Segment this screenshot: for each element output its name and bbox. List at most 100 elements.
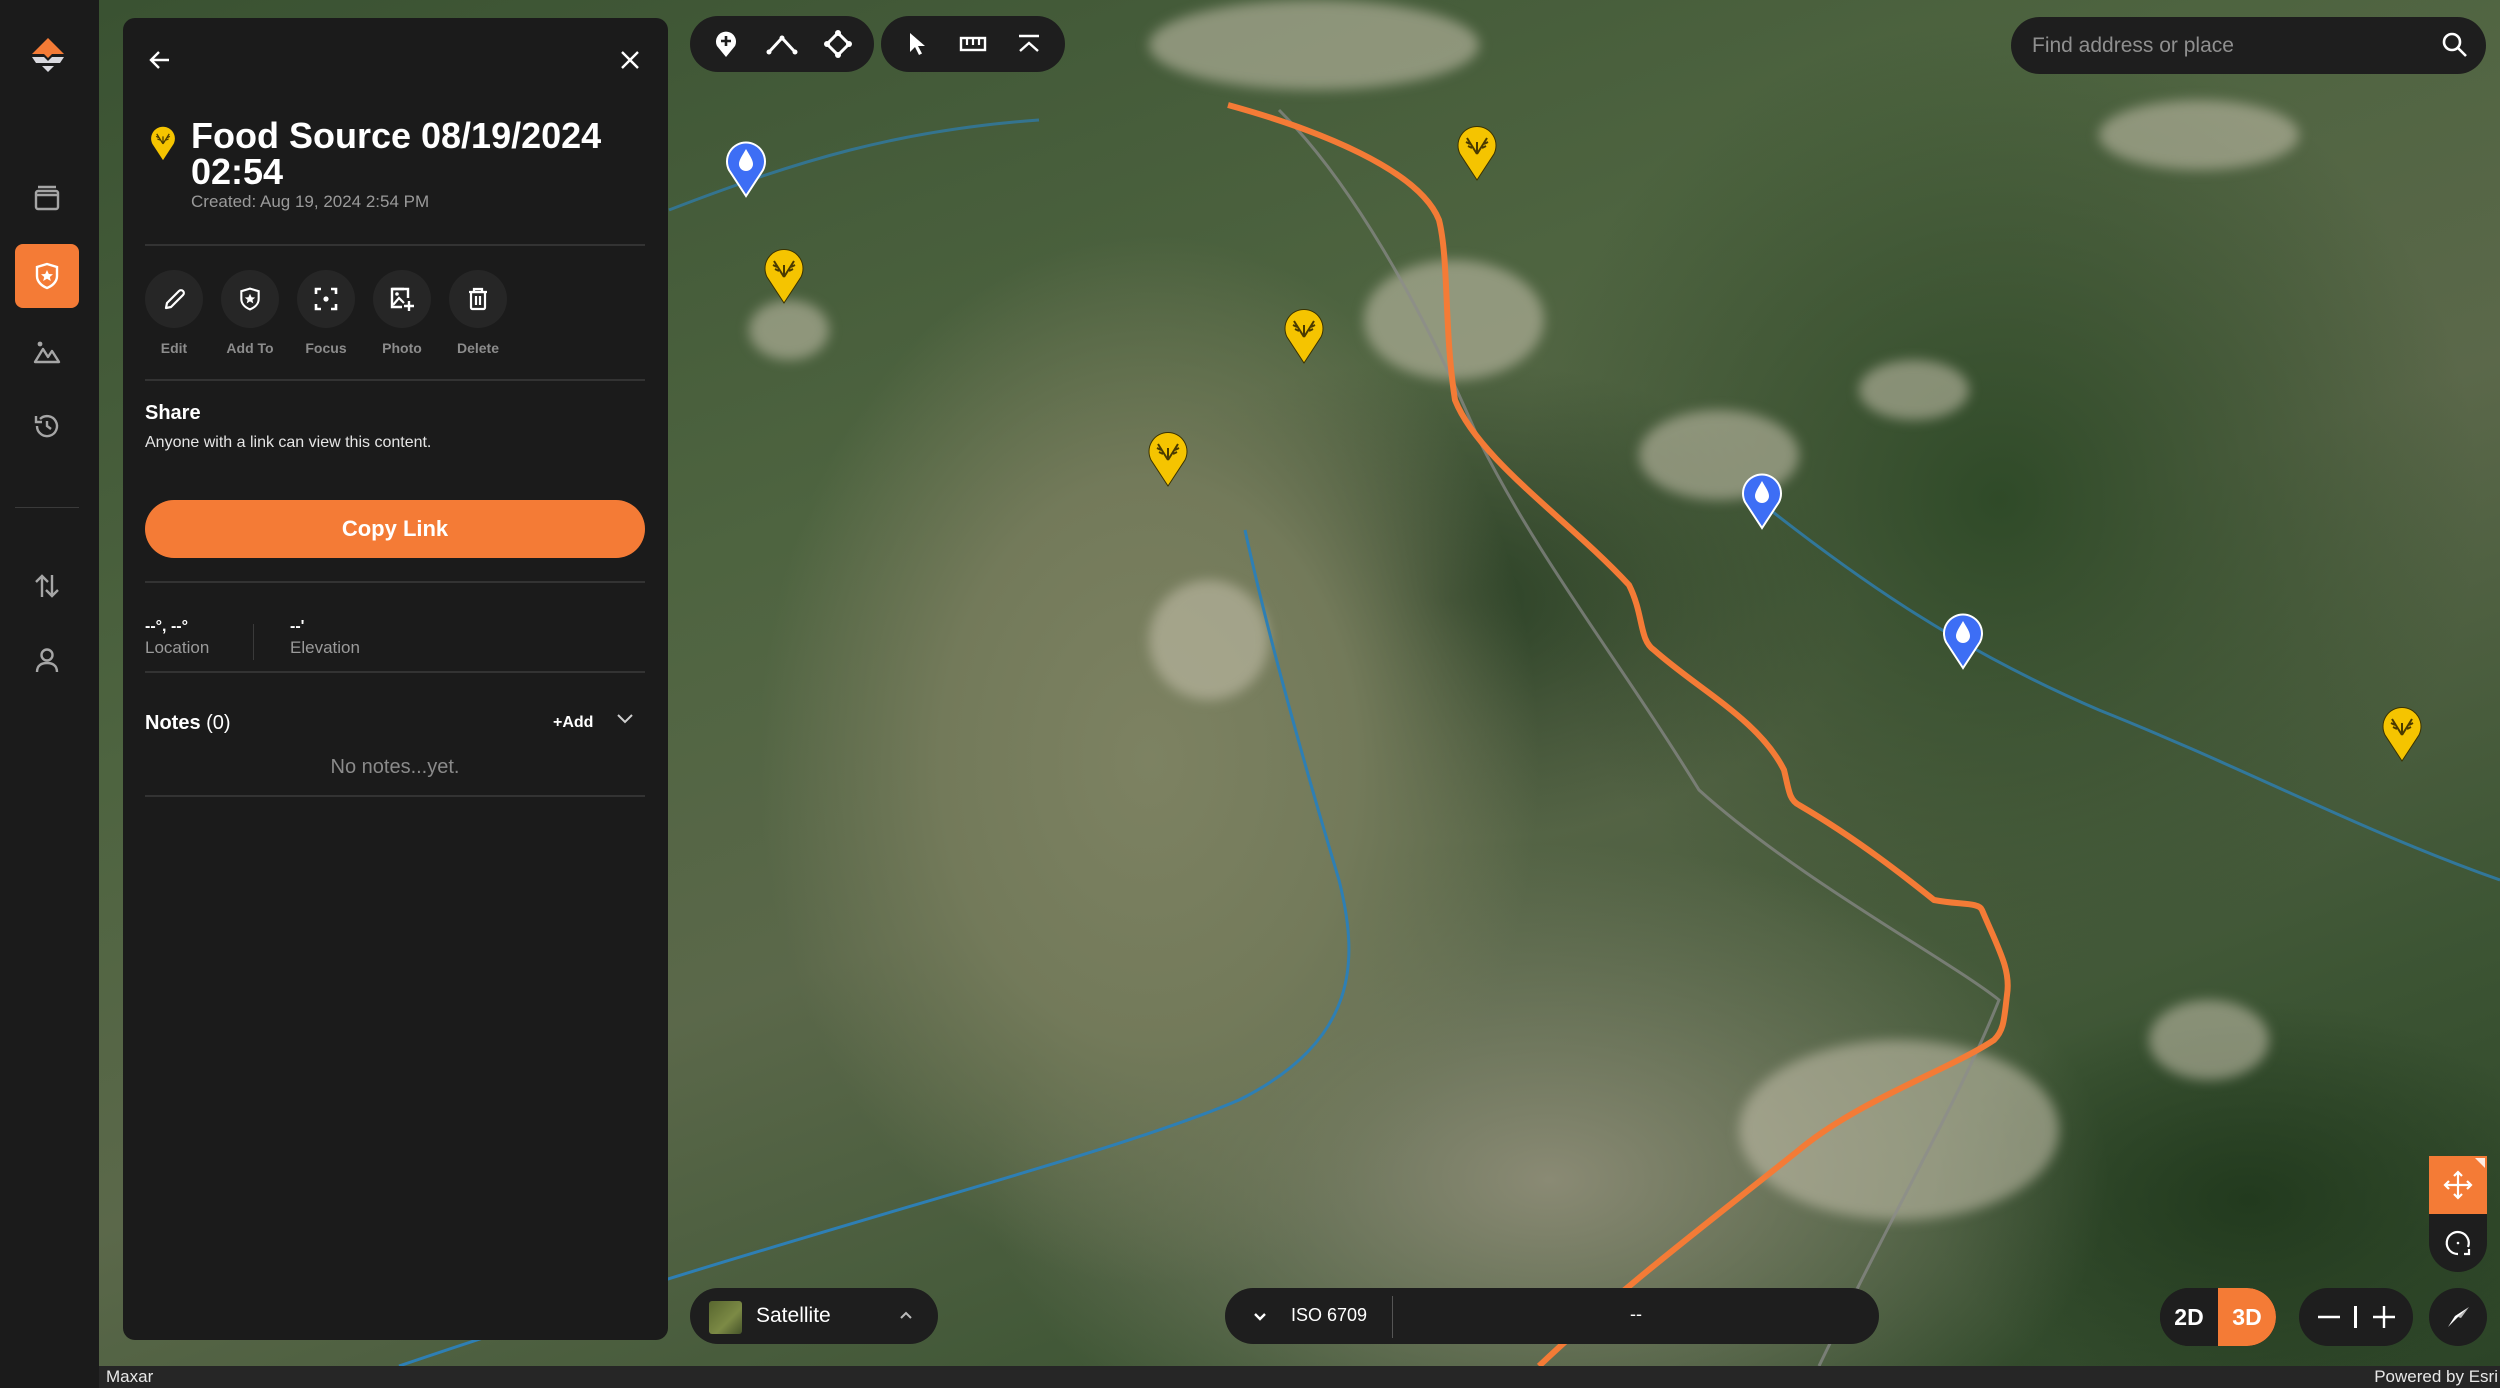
add-to-button[interactable]: Add To bbox=[221, 270, 279, 356]
location-label: Location bbox=[145, 638, 210, 657]
history-icon bbox=[34, 414, 59, 438]
share-description: Anyone with a link can view this content… bbox=[145, 434, 432, 451]
coordinate-readout: ISO 6709 -- bbox=[1225, 1288, 1879, 1344]
elevation-stat: --' Elevation bbox=[290, 618, 360, 658]
imagery-attribution: Maxar bbox=[106, 1367, 154, 1386]
notes-heading: Notes (0) bbox=[145, 712, 231, 735]
notes-title: Notes bbox=[145, 712, 201, 734]
draw-shape-button[interactable] bbox=[810, 16, 866, 72]
zoom-control bbox=[2299, 1288, 2413, 1346]
mountain-icon bbox=[33, 341, 61, 364]
food-source-marker[interactable] bbox=[2378, 701, 2426, 763]
search-input[interactable]: Find address or place bbox=[2032, 34, 2234, 58]
photo-button[interactable]: Photo bbox=[373, 270, 431, 356]
elevation-profile-icon bbox=[1019, 34, 1039, 52]
add-waypoint-button[interactable] bbox=[698, 16, 754, 72]
water-marker[interactable] bbox=[1939, 608, 1987, 670]
food-source-marker[interactable] bbox=[1144, 426, 1192, 488]
projection-dropdown[interactable] bbox=[1251, 1308, 1269, 1331]
notes-count: (0) bbox=[206, 712, 231, 734]
draw-shape-icon bbox=[824, 30, 852, 58]
compass-icon bbox=[2448, 1307, 2469, 1327]
shield-star-icon bbox=[35, 262, 59, 290]
add-note-button[interactable]: +Add bbox=[553, 714, 593, 732]
chevron-down-icon bbox=[617, 714, 633, 724]
chevron-up-icon bbox=[900, 1311, 912, 1319]
sidebar-item-library[interactable] bbox=[15, 166, 79, 230]
trash-icon bbox=[469, 287, 487, 311]
divider bbox=[145, 671, 645, 673]
projection-label[interactable]: ISO 6709 bbox=[1291, 1305, 1367, 1326]
stream-line bbox=[1763, 503, 2500, 882]
food-source-marker[interactable] bbox=[1280, 303, 1328, 365]
elevation-profile-button[interactable] bbox=[1001, 16, 1057, 72]
sidebar bbox=[0, 0, 99, 1388]
zoom-out-button[interactable] bbox=[2304, 1288, 2354, 1346]
trail-line bbox=[1227, 102, 2011, 1366]
pan-tool-button[interactable] bbox=[2429, 1156, 2487, 1214]
sidebar-item-import-export[interactable] bbox=[15, 554, 79, 618]
edit-label: Edit bbox=[160, 340, 188, 356]
user-icon bbox=[35, 648, 59, 673]
water-marker[interactable] bbox=[1738, 468, 1786, 530]
location-value: --°, --° bbox=[145, 618, 188, 635]
path-line bbox=[1277, 108, 2001, 1366]
esri-attribution[interactable]: Powered by Esri bbox=[2374, 1367, 2498, 1387]
stat-divider bbox=[253, 624, 254, 660]
edit-button[interactable]: Edit bbox=[145, 270, 203, 356]
food-source-marker[interactable] bbox=[1453, 120, 1501, 182]
sidebar-divider bbox=[15, 507, 79, 508]
coordinate-value: -- bbox=[1630, 1304, 1642, 1324]
zoom-in-button[interactable] bbox=[2359, 1288, 2409, 1346]
chevron-down-icon bbox=[1254, 1313, 1266, 1321]
sidebar-item-history[interactable] bbox=[15, 394, 79, 458]
basemap-thumbnail bbox=[709, 1301, 742, 1334]
view-mode-toggle: 2D 3D bbox=[2160, 1288, 2276, 1346]
delete-label: Delete bbox=[456, 340, 500, 356]
minus-icon bbox=[2318, 1315, 2340, 1319]
water-marker[interactable] bbox=[722, 136, 770, 198]
elevation-label: Elevation bbox=[290, 638, 360, 657]
focus-button[interactable]: Focus bbox=[297, 270, 355, 356]
sidebar-item-account[interactable] bbox=[15, 628, 79, 692]
basemap-selector[interactable]: Satellite bbox=[690, 1288, 938, 1344]
copy-link-button[interactable]: Copy Link bbox=[145, 500, 645, 558]
measure-ruler-icon bbox=[959, 36, 987, 52]
orbit-tool-button[interactable] bbox=[2429, 1214, 2487, 1272]
focus-icon bbox=[314, 287, 338, 311]
measure-button[interactable] bbox=[945, 16, 1001, 72]
notes-empty-state: No notes...yet. bbox=[330, 756, 460, 778]
created-timestamp: Created: Aug 19, 2024 2:54 PM bbox=[191, 192, 430, 211]
sort-arrows-icon bbox=[35, 574, 59, 598]
app-logo-icon bbox=[32, 38, 64, 72]
food-source-marker[interactable] bbox=[760, 243, 808, 305]
divider bbox=[145, 795, 645, 797]
draw-toolbar bbox=[690, 16, 874, 72]
select-pointer-icon bbox=[910, 33, 925, 55]
compass-button[interactable] bbox=[2429, 1288, 2487, 1346]
divider bbox=[145, 379, 645, 381]
close-button[interactable] bbox=[610, 40, 650, 80]
divider bbox=[145, 581, 645, 583]
divider bbox=[145, 244, 645, 246]
draw-line-button[interactable] bbox=[754, 16, 810, 72]
action-bar: Edit Add To Focus Photo Delete bbox=[145, 270, 507, 356]
back-button[interactable] bbox=[140, 40, 180, 80]
location-stat: --°, --° Location bbox=[145, 618, 209, 658]
notes-toggle[interactable] bbox=[614, 708, 636, 735]
search-bar[interactable]: Find address or place bbox=[2011, 17, 2486, 74]
basemap-label: Satellite bbox=[756, 1304, 831, 1327]
app-logo[interactable] bbox=[26, 36, 70, 80]
focus-label: Focus bbox=[305, 340, 347, 356]
delete-button[interactable]: Delete bbox=[449, 270, 507, 356]
pencil-icon bbox=[164, 289, 185, 310]
sidebar-item-terrain[interactable] bbox=[15, 320, 79, 384]
view-2d-button[interactable]: 2D bbox=[2160, 1288, 2218, 1346]
sidebar-item-markups[interactable] bbox=[15, 244, 79, 308]
view-3d-button[interactable]: 3D bbox=[2218, 1288, 2276, 1346]
search-button[interactable] bbox=[2441, 31, 2469, 64]
elevation-value: --' bbox=[290, 618, 305, 635]
map-tools-toolbar bbox=[881, 16, 1065, 72]
rotate-icon bbox=[2445, 1230, 2471, 1256]
select-button[interactable] bbox=[889, 16, 945, 72]
